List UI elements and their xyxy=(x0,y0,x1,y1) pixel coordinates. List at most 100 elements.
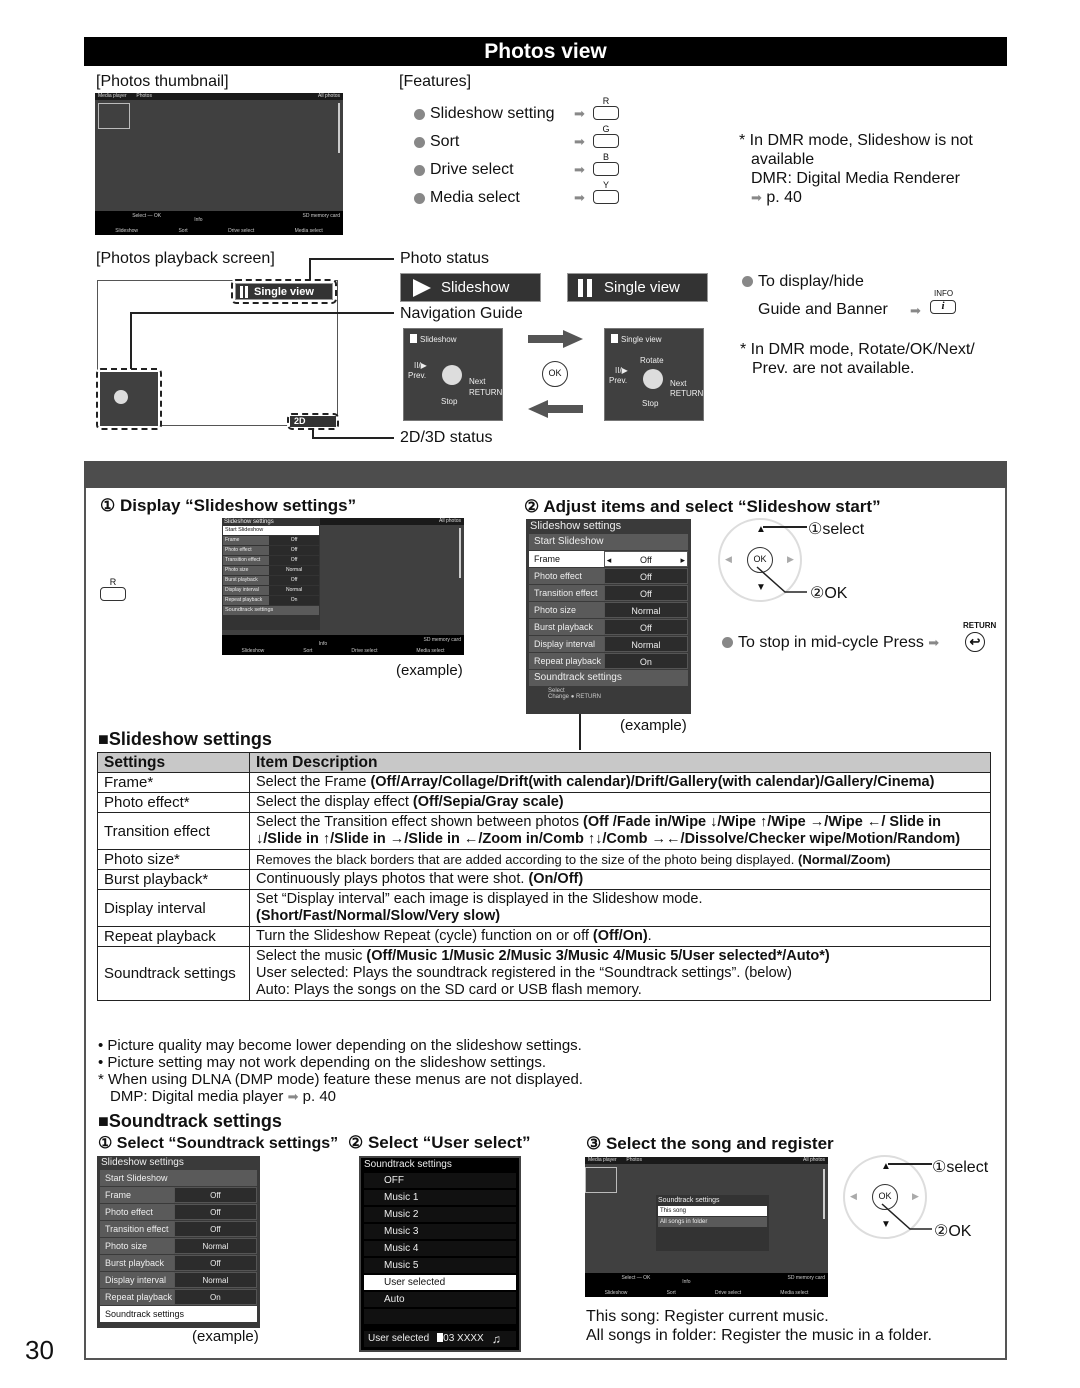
ok-button-icon[interactable]: OK xyxy=(542,361,568,387)
arrow-right-icon: ➡ xyxy=(910,303,921,318)
return-key-icon[interactable]: ↩ xyxy=(965,632,985,652)
blue-key-icon[interactable] xyxy=(593,162,619,176)
menu-row-photo-size[interactable]: Photo size Normal xyxy=(529,602,688,618)
photo-status-label: Photo status xyxy=(400,250,489,267)
menu-row[interactable]: Repeat playback On xyxy=(100,1289,257,1305)
menu-value: Off xyxy=(639,555,652,565)
mini-menu-row[interactable]: Transition effect Off xyxy=(223,556,319,565)
yellow-key-icon[interactable] xyxy=(593,190,619,204)
return-key-label: RETURN xyxy=(963,621,997,630)
menu-row-photo-effect[interactable]: Photo effect Off xyxy=(529,568,688,584)
right-arrow-icon[interactable]: ▶ xyxy=(787,554,794,565)
menu-row[interactable]: Burst playback Off xyxy=(100,1255,257,1271)
menu-row[interactable]: Photo size Normal xyxy=(100,1238,257,1254)
pause-icon xyxy=(240,285,248,298)
menu-start-slideshow[interactable]: Start Slideshow xyxy=(223,526,319,535)
chevron-left-icon[interactable]: ◂ xyxy=(607,552,612,566)
soundtrack-footer: User selected 03 XXXX ♫ xyxy=(364,1331,516,1347)
left-arrow-icon[interactable]: ◀ xyxy=(850,1191,857,1202)
left-arrow-icon[interactable]: ◀ xyxy=(725,554,732,565)
menu-row[interactable]: Transition effect Off xyxy=(100,1221,257,1237)
setting-desc: Select the Frame (Off/Array/Collage/Drif… xyxy=(249,772,991,793)
guide-banner-note: Guide and Banner xyxy=(758,301,888,318)
bottom-slideshow: Slideshow xyxy=(604,1290,628,1296)
mini-menu-row[interactable]: Photo effect Off xyxy=(223,546,319,555)
menu-row-frame[interactable]: Frame ◂ Off ▸ xyxy=(529,551,688,567)
desc-text: Select the music xyxy=(256,948,367,964)
soundtrack-option[interactable]: Music 4 xyxy=(364,1241,516,1256)
soundtrack-options: OFF Music 1 Music 2 Music 3 Music 4 Music 5 Us… xyxy=(361,1173,519,1307)
menu-row[interactable]: Display interval Normal xyxy=(100,1272,257,1288)
green-key-icon[interactable] xyxy=(593,134,619,148)
menu-row-repeat-playback[interactable]: Repeat playback On xyxy=(529,653,688,669)
bottom-drive-select: Drive select xyxy=(228,228,255,234)
menu-soundtrack-settings[interactable]: Soundtrack settings xyxy=(100,1306,257,1322)
key-letter: Y xyxy=(602,180,609,190)
right-arrow-icon[interactable]: ▶ xyxy=(912,1191,919,1202)
menu-value: Off xyxy=(173,1187,257,1203)
bottom-media-select: Media select xyxy=(416,648,445,654)
menu-value: Off xyxy=(269,556,319,565)
mini-menu-row[interactable]: Burst playback Off xyxy=(223,576,319,585)
setting-desc: Continuously plays photos that were shot… xyxy=(249,869,991,890)
menu-value: Normal xyxy=(269,586,319,595)
soundtrack-option[interactable]: OFF xyxy=(364,1173,516,1188)
photo-thumbnail[interactable] xyxy=(585,1167,617,1193)
note-line: • Picture setting may not work depending… xyxy=(98,1054,547,1071)
sd-card-label: SD memory card xyxy=(423,637,461,643)
mini-menu-row[interactable]: Repeat playback On xyxy=(223,596,319,605)
slideshow-guide-panel: Slideshow II/▶ Prev. Next RETURN Stop xyxy=(403,328,503,421)
menu-row[interactable]: Photo effect Off xyxy=(100,1204,257,1220)
2d-badge: 2D xyxy=(290,416,336,427)
menu-value: Off xyxy=(603,568,688,584)
ok-leader-line xyxy=(756,566,807,593)
setting-name: Photo size* xyxy=(97,849,250,870)
soundtrack-option[interactable]: Music 2 xyxy=(364,1207,516,1222)
menu-row-transition-effect[interactable]: Transition effect Off xyxy=(529,585,688,601)
step2-heading: ② Adjust items and select “Slideshow sta… xyxy=(524,497,881,516)
soundtrack-step3: ③ Select the song and register xyxy=(586,1134,834,1153)
info-key-icon[interactable]: i xyxy=(930,300,956,314)
2d-status-callout: 2D xyxy=(287,413,339,430)
slideshow-status-badge: Slideshow xyxy=(400,273,541,302)
mini-menu-row[interactable]: Photo size Normal xyxy=(223,566,319,575)
page-number: 30 xyxy=(25,1335,54,1365)
chevron-right-icon[interactable]: ▸ xyxy=(680,552,685,566)
soundtrack-option[interactable]: Music 1 xyxy=(364,1190,516,1205)
soundtrack-option[interactable]: Music 5 xyxy=(364,1258,516,1273)
red-key-icon[interactable] xyxy=(100,587,126,601)
info-label: Info xyxy=(194,217,203,223)
menu-row-burst-playback[interactable]: Burst playback Off xyxy=(529,619,688,635)
arrow-left-icon xyxy=(528,400,583,418)
leader-line xyxy=(130,312,394,314)
photo-thumbnail[interactable] xyxy=(98,103,130,129)
soundtrack-option[interactable]: Music 3 xyxy=(364,1224,516,1239)
popup-this-song[interactable]: This song xyxy=(658,1206,767,1216)
menu-soundtrack-settings[interactable]: Soundtrack settings xyxy=(529,670,688,686)
soundtrack-options-menu: Soundtrack settings OFF Music 1 Music 2 Mus… xyxy=(359,1156,521,1352)
menu-row[interactable]: Frame Off xyxy=(100,1187,257,1203)
menu-soundtrack-settings[interactable]: Soundtrack settings xyxy=(223,606,319,615)
key-letter: B xyxy=(602,152,609,162)
all-photos-label: All photos xyxy=(803,1157,825,1163)
scrollbar[interactable] xyxy=(338,103,340,153)
menu-start-slideshow[interactable]: Start Slideshow xyxy=(100,1170,257,1186)
desc-text: Select the display effect xyxy=(256,794,413,810)
example-caption: (example) xyxy=(192,1328,259,1345)
menu-key: Repeat playback xyxy=(223,596,270,605)
mini-menu-row[interactable]: Frame Off xyxy=(223,536,319,545)
page-ref-link[interactable]: p. 40 xyxy=(303,1088,336,1105)
menu-start-slideshow[interactable]: Start Slideshow xyxy=(529,534,688,550)
popup-all-songs[interactable]: All songs in folder xyxy=(658,1217,767,1227)
page-ref-link[interactable]: p. 40 xyxy=(766,189,802,206)
playback-label: [Photos playback screen] xyxy=(96,250,275,267)
feature-media-select: Media select ➡ Y xyxy=(414,180,634,212)
soundtrack-option[interactable]: User selected xyxy=(364,1275,516,1290)
mini-menu-row[interactable]: Display interval Normal xyxy=(223,586,319,595)
menu-row-display-interval[interactable]: Display interval Normal xyxy=(529,636,688,652)
red-key-icon[interactable] xyxy=(593,106,619,120)
arrow-right-icon: ➡ xyxy=(928,635,940,650)
desc-text: Continuously plays photos that were shot… xyxy=(256,871,529,887)
soundtrack-option[interactable]: Auto xyxy=(364,1292,516,1307)
step1-heading: ① Display “Slideshow settings” xyxy=(100,496,357,515)
